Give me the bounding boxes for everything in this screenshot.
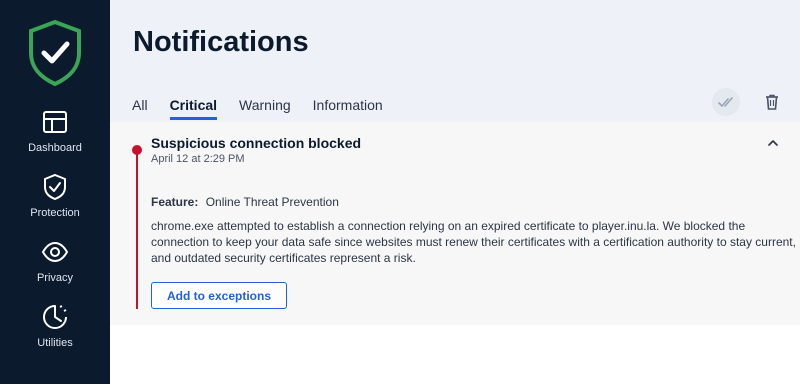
feature-label: Feature:: [151, 195, 199, 209]
delete-button[interactable]: [758, 88, 786, 116]
sidebar-item-label: Utilities: [37, 337, 73, 349]
main-content: Notifications All Critical Warning Infor…: [110, 0, 800, 384]
trash-icon: [766, 94, 778, 110]
sidebar-item-label: Protection: [30, 207, 80, 219]
app-window: Dashboard Protection Privacy Utilities N…: [0, 0, 800, 384]
tab-critical[interactable]: Critical: [169, 97, 218, 120]
sidebar-item-privacy[interactable]: Privacy: [0, 238, 110, 303]
tab-bar: All Critical Warning Information: [132, 97, 405, 120]
double-check-icon: [718, 97, 733, 107]
tab-information[interactable]: Information: [313, 97, 383, 120]
shield-icon: [44, 173, 66, 201]
empty-area: [110, 325, 800, 384]
utilities-icon: [43, 305, 67, 329]
page-header: Notifications All Critical Warning Infor…: [110, 0, 800, 122]
mark-all-read-button[interactable]: [712, 88, 740, 116]
notification-title: Suspicious connection blocked: [151, 135, 362, 151]
notification-feature: Feature: Online Threat Prevention: [151, 195, 339, 209]
sidebar-nav: Dashboard Protection Privacy Utilities: [0, 108, 110, 368]
add-to-exceptions-button[interactable]: Add to exceptions: [151, 282, 287, 309]
notification-item[interactable]: Suspicious connection blocked April 12 a…: [110, 122, 800, 325]
eye-icon: [41, 241, 69, 263]
header-actions: [712, 88, 786, 116]
severity-dot: [132, 145, 142, 155]
dashboard-icon: [43, 111, 67, 133]
shield-check-icon[interactable]: [28, 20, 82, 86]
notification-description: chrome.exe attempted to establish a conn…: [151, 219, 796, 265]
sidebar-item-protection[interactable]: Protection: [0, 173, 110, 238]
sidebar: Dashboard Protection Privacy Utilities: [0, 0, 110, 384]
tab-warning[interactable]: Warning: [239, 97, 291, 120]
chevron-up-icon[interactable]: [766, 136, 780, 150]
sidebar-item-label: Dashboard: [28, 142, 82, 154]
page-title: Notifications: [133, 26, 309, 58]
tab-all[interactable]: All: [132, 97, 148, 120]
notification-date: April 12 at 2:29 PM: [151, 153, 245, 165]
sidebar-item-label: Privacy: [36, 272, 74, 284]
sidebar-item-utilities[interactable]: Utilities: [0, 303, 110, 368]
feature-value: Online Threat Prevention: [205, 195, 339, 209]
sidebar-item-dashboard[interactable]: Dashboard: [0, 108, 110, 173]
severity-line: [136, 149, 138, 309]
